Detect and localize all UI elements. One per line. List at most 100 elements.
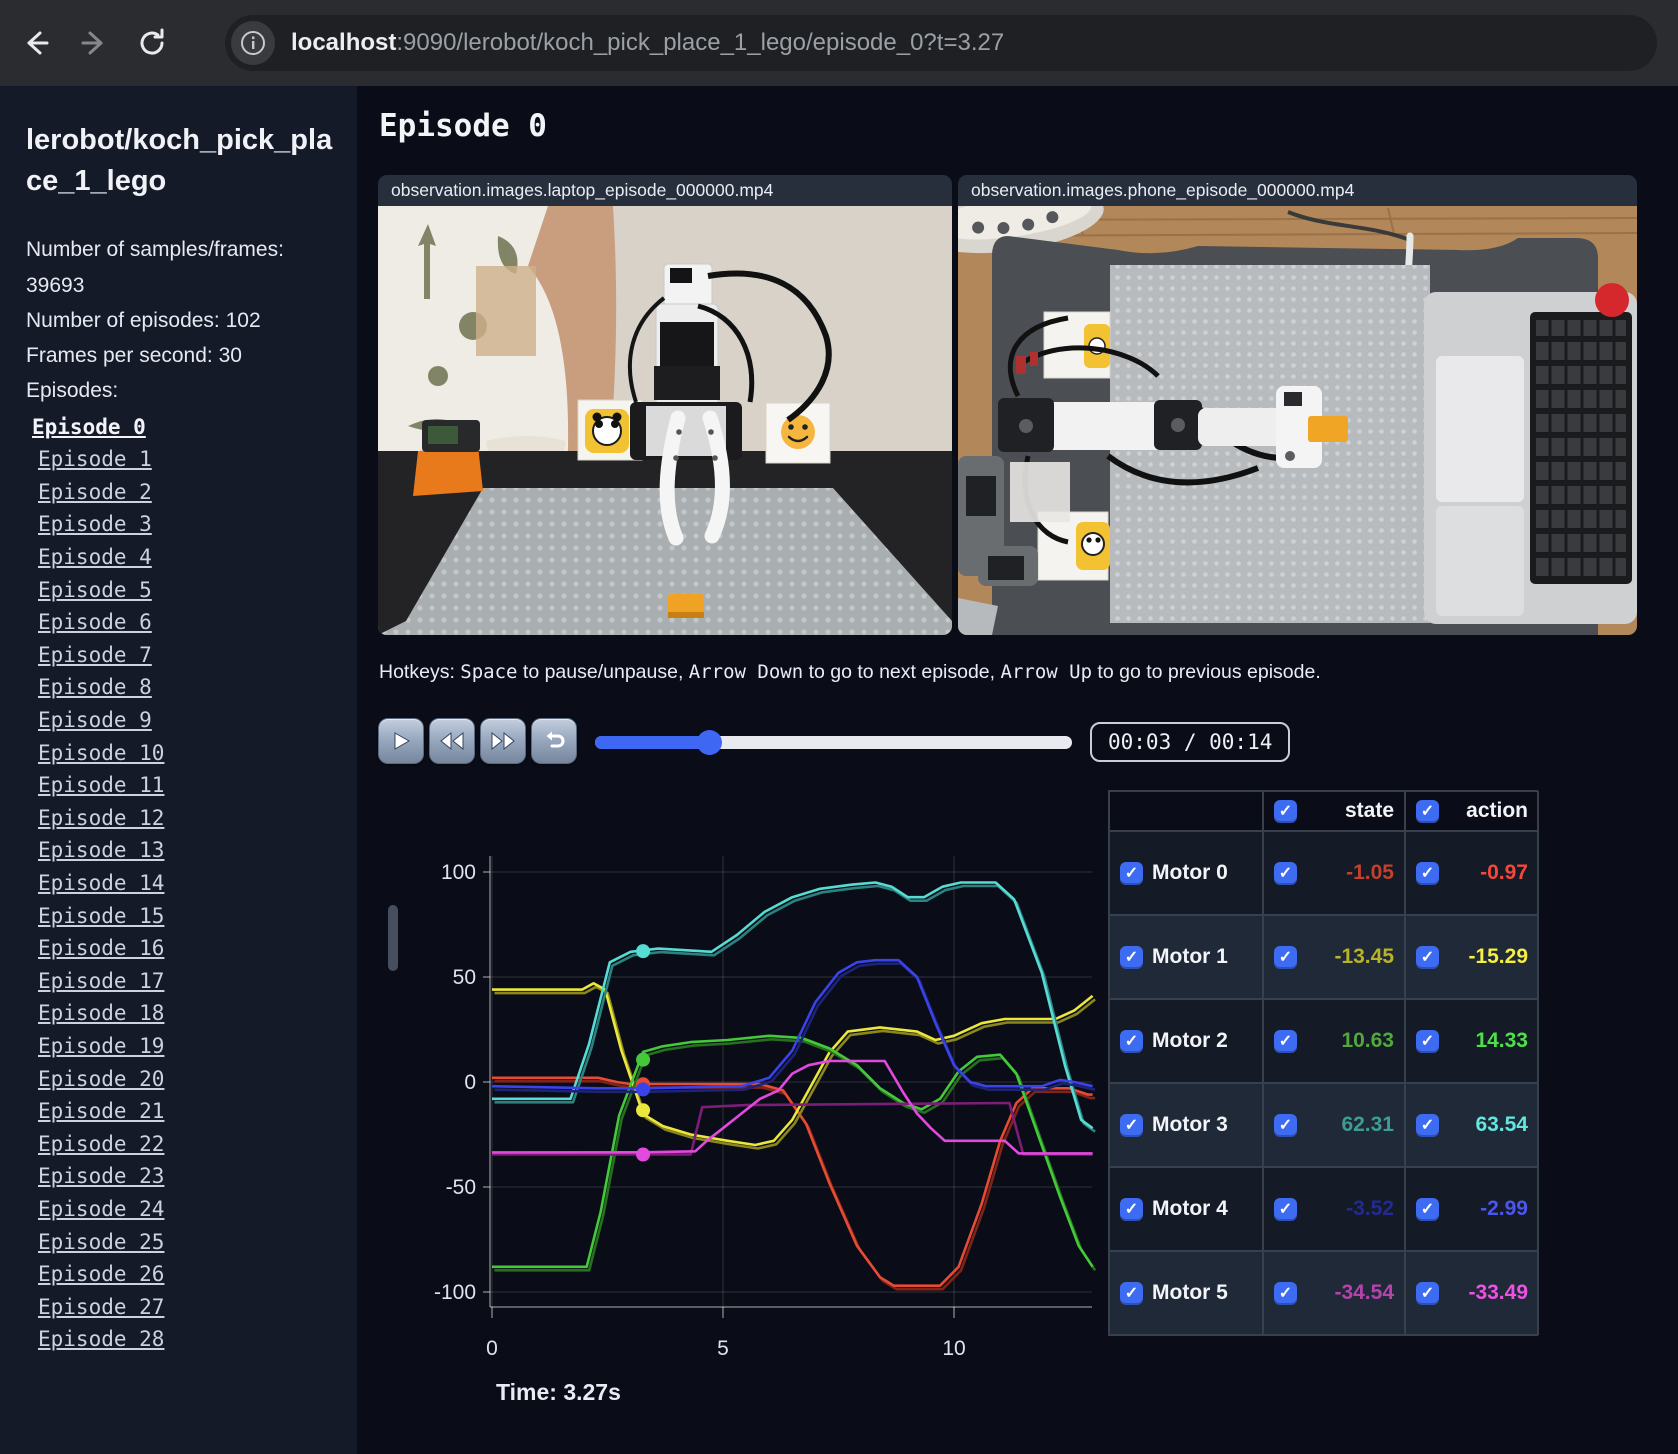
sidebar-item-episode-23[interactable]: Episode 23 (38, 1160, 337, 1193)
sidebar-item-episode-18[interactable]: Episode 18 (38, 997, 337, 1030)
motor-name-cell: ✓ Motor 5 (1109, 1251, 1263, 1335)
motor-0-state-cell: ✓ -1.05 (1263, 831, 1405, 915)
table-row-motor-3: ✓ Motor 3 ✓ 62.31 ✓ 63.54 (1109, 1083, 1539, 1167)
motor-4-action-checkbox[interactable]: ✓ (1416, 1197, 1439, 1221)
motor-1-action-checkbox[interactable]: ✓ (1416, 945, 1439, 969)
table-row-motor-0: ✓ Motor 0 ✓ -1.05 ✓ -0.97 (1109, 831, 1539, 915)
state-header-checkbox[interactable]: ✓ (1274, 799, 1297, 823)
sidebar: lerobot/koch_pick_place_1_lego Number of… (0, 86, 357, 1454)
sidebar-item-episode-28[interactable]: Episode 28 (38, 1323, 337, 1356)
motor-name: Motor 4 (1152, 1197, 1228, 1220)
url-bar[interactable]: localhost:9090/lerobot/koch_pick_place_1… (225, 15, 1657, 71)
sidebar-item-episode-19[interactable]: Episode 19 (38, 1030, 337, 1063)
sidebar-item-episode-25[interactable]: Episode 25 (38, 1226, 337, 1259)
chart-time-label: Time: 3.27s (496, 1379, 621, 1405)
rewind-button[interactable] (429, 718, 475, 764)
svg-text:0: 0 (486, 1337, 498, 1360)
browser-toolbar: localhost:9090/lerobot/koch_pick_place_1… (0, 0, 1678, 86)
motor-name: Motor 3 (1152, 1113, 1228, 1136)
motor-5-action-value: -33.49 (1468, 1281, 1528, 1304)
svg-text:-100: -100 (434, 1281, 476, 1304)
episode-list: Episode 0 Episode 1 Episode 2 Episode 3 Epis… (26, 411, 337, 1356)
sidebar-item-episode-13[interactable]: Episode 13 (38, 834, 337, 867)
motor-3-state-cell: ✓ 62.31 (1263, 1083, 1405, 1167)
seek-slider-thumb[interactable] (697, 730, 723, 755)
motor-2-action-checkbox[interactable]: ✓ (1416, 1029, 1439, 1053)
sidebar-item-episode-21[interactable]: Episode 21 (38, 1095, 337, 1128)
table-row-motor-1: ✓ Motor 1 ✓ -13.45 ✓ -15.29 (1109, 915, 1539, 999)
motor-1-state-checkbox[interactable]: ✓ (1274, 945, 1297, 969)
dataset-title: lerobot/koch_pick_place_1_lego (26, 124, 333, 198)
sidebar-item-episode-26[interactable]: Episode 26 (38, 1258, 337, 1291)
sidebar-item-episode-0[interactable]: Episode 0 (32, 411, 337, 444)
motor-1-checkbox[interactable]: ✓ (1120, 945, 1143, 969)
motor-1-action-value: -15.29 (1468, 945, 1528, 968)
motor-0-action-checkbox[interactable]: ✓ (1416, 861, 1439, 885)
hotkey-arrow-down: Arrow Down (688, 661, 804, 683)
sidebar-item-episode-5[interactable]: Episode 5 (38, 574, 337, 607)
svg-text:50: 50 (453, 966, 476, 989)
url-path: :9090/lerobot/koch_pick_place_1_lego/epi… (396, 29, 1005, 56)
time-display: 00:03 / 00:14 (1090, 722, 1291, 762)
site-info-icon[interactable] (231, 21, 275, 65)
video-title-phone: observation.images.phone_episode_000000.… (958, 175, 1637, 206)
seek-slider[interactable] (595, 730, 1072, 755)
sidebar-item-episode-16[interactable]: Episode 16 (38, 932, 337, 965)
sidebar-item-episode-2[interactable]: Episode 2 (38, 476, 337, 509)
motor-4-state-value: -3.52 (1346, 1197, 1394, 1220)
video-title-laptop: observation.images.laptop_episode_000000… (378, 175, 952, 206)
motor-0-checkbox[interactable]: ✓ (1120, 861, 1143, 885)
sidebar-item-episode-12[interactable]: Episode 12 (38, 802, 337, 835)
motor-5-state-checkbox[interactable]: ✓ (1274, 1281, 1297, 1305)
motor-0-state-checkbox[interactable]: ✓ (1274, 861, 1297, 885)
sidebar-item-episode-17[interactable]: Episode 17 (38, 965, 337, 998)
motor-3-checkbox[interactable]: ✓ (1120, 1113, 1143, 1137)
motor-3-state-checkbox[interactable]: ✓ (1274, 1113, 1297, 1137)
hotkey-space: Space (460, 661, 518, 683)
sidebar-item-episode-4[interactable]: Episode 4 (38, 541, 337, 574)
svg-text:100: 100 (441, 861, 476, 884)
motor-4-state-cell: ✓ -3.52 (1263, 1167, 1405, 1251)
sidebar-item-episode-14[interactable]: Episode 14 (38, 867, 337, 900)
motor-5-action-checkbox[interactable]: ✓ (1416, 1281, 1439, 1305)
fast-forward-button[interactable] (480, 718, 526, 764)
hotkeys-help: Hotkeys: Space to pause/unpause, Arrow D… (379, 661, 1321, 683)
dataset-info-line: Number of episodes: 102 (26, 308, 261, 332)
reload-icon[interactable] (130, 21, 174, 65)
sidebar-item-episode-11[interactable]: Episode 11 (38, 769, 337, 802)
sidebar-item-episode-20[interactable]: Episode 20 (38, 1063, 337, 1096)
sidebar-item-episode-27[interactable]: Episode 27 (38, 1291, 337, 1324)
sidebar-item-episode-3[interactable]: Episode 3 (38, 508, 337, 541)
motor-5-checkbox[interactable]: ✓ (1120, 1281, 1143, 1305)
motor-name-cell: ✓ Motor 4 (1109, 1167, 1263, 1251)
motor-4-checkbox[interactable]: ✓ (1120, 1197, 1143, 1221)
play-button[interactable] (378, 718, 424, 764)
page-title: Episode 0 (379, 108, 547, 144)
motor-3-action-value: 63.54 (1475, 1113, 1528, 1136)
sidebar-item-episode-1[interactable]: Episode 1 (38, 443, 337, 476)
back-icon[interactable] (14, 21, 58, 65)
motor-4-action-cell: ✓ -2.99 (1405, 1167, 1539, 1251)
seek-slider-fill (595, 736, 710, 749)
motor-name-cell: ✓ Motor 1 (1109, 915, 1263, 999)
motor-chart: 100 50 0 -50 -100 0 5 10 Time: 3.27s (434, 856, 1097, 1405)
sidebar-item-episode-6[interactable]: Episode 6 (38, 606, 337, 639)
svg-text:-50: -50 (446, 1176, 476, 1199)
motor-2-state-checkbox[interactable]: ✓ (1274, 1029, 1297, 1053)
motor-3-action-cell: ✓ 63.54 (1405, 1083, 1539, 1167)
motor-4-state-checkbox[interactable]: ✓ (1274, 1197, 1297, 1221)
loop-button[interactable] (531, 718, 577, 764)
motor-5-state-value: -34.54 (1334, 1281, 1394, 1304)
motor-2-checkbox[interactable]: ✓ (1120, 1029, 1143, 1053)
sidebar-item-episode-10[interactable]: Episode 10 (38, 737, 337, 770)
sidebar-item-episode-22[interactable]: Episode 22 (38, 1128, 337, 1161)
video-frame-phone-illustration (958, 188, 1637, 635)
action-header-checkbox[interactable]: ✓ (1416, 799, 1439, 823)
sidebar-item-episode-15[interactable]: Episode 15 (38, 900, 337, 933)
sidebar-item-episode-7[interactable]: Episode 7 (38, 639, 337, 672)
sidebar-item-episode-8[interactable]: Episode 8 (38, 671, 337, 704)
motor-3-action-checkbox[interactable]: ✓ (1416, 1113, 1439, 1137)
sidebar-item-episode-9[interactable]: Episode 9 (38, 704, 337, 737)
forward-icon[interactable] (72, 21, 116, 65)
sidebar-item-episode-24[interactable]: Episode 24 (38, 1193, 337, 1226)
